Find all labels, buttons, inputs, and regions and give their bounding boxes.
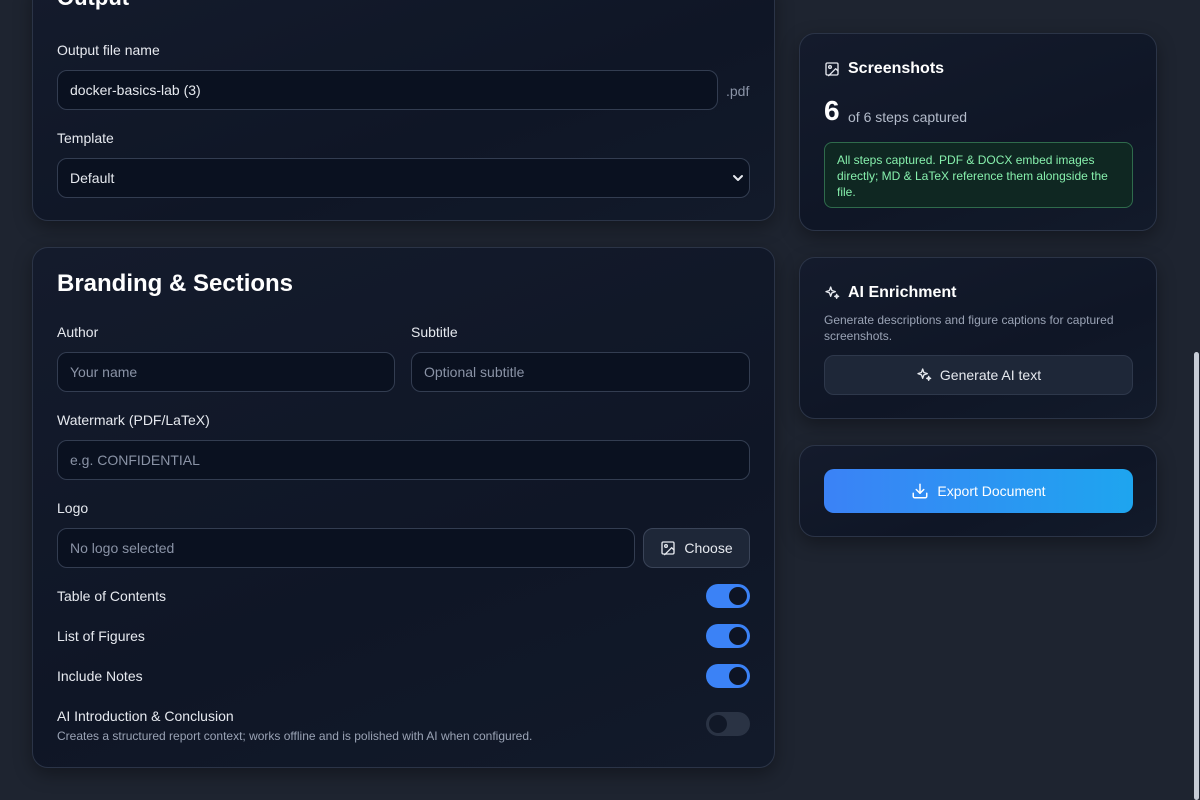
choose-label: Choose [684, 540, 733, 556]
generate-ai-button[interactable]: Generate AI text [824, 355, 1133, 395]
image-icon [661, 541, 676, 556]
subtitle-input[interactable] [411, 352, 750, 392]
export-card: Export Document [799, 445, 1157, 537]
toc-label: Table of Contents [57, 588, 166, 604]
ai-title: AI Enrichment [824, 284, 956, 302]
author-label: Author [57, 324, 99, 340]
export-document-button[interactable]: Export Document [824, 469, 1133, 513]
branding-title: Branding & Sections [57, 270, 294, 297]
screenshots-title-text: Screenshots [848, 60, 945, 77]
scrollbar-thumb[interactable] [1194, 352, 1199, 800]
sparkles-icon [825, 286, 840, 299]
scrollbar-track[interactable] [1192, 0, 1200, 800]
screenshots-notice: All steps captured. PDF & DOCX embed ima… [824, 142, 1133, 208]
ai-desc: Generate descriptions and figure caption… [824, 313, 1114, 343]
toggle-knob [729, 587, 747, 605]
filename-input[interactable] [57, 70, 718, 110]
screenshot-count: 6 [824, 95, 840, 126]
author-input[interactable] [57, 352, 395, 392]
sparkles-icon [917, 368, 932, 381]
ai-intro-toggle[interactable] [706, 712, 750, 736]
image-icon [825, 62, 839, 77]
screenshots-title: Screenshots [824, 60, 944, 78]
ai-intro-desc: Creates a structured report context; wor… [57, 729, 533, 743]
filename-ext: .pdf [726, 83, 750, 99]
watermark-input[interactable] [57, 440, 750, 480]
output-card: Output Output file name .pdf Template De… [32, 0, 775, 221]
logo-input [57, 528, 635, 568]
logo-label: Logo [57, 500, 89, 516]
toc-toggle[interactable] [706, 584, 750, 608]
choose-logo-button[interactable]: Choose [643, 528, 750, 568]
template-select-wrap[interactable]: Default [57, 158, 750, 198]
template-label: Template [57, 130, 114, 146]
subtitle-label: Subtitle [411, 324, 458, 340]
output-title: Output [57, 0, 129, 11]
toggle-knob [729, 627, 747, 645]
notes-toggle[interactable] [706, 664, 750, 688]
ai-title-text: AI Enrichment [848, 284, 957, 301]
branding-card: Branding & Sections Author Subtitle Wate… [32, 247, 775, 768]
toggle-knob [729, 667, 747, 685]
screenshots-card: Screenshots 6 of 6 steps captured All st… [799, 33, 1157, 231]
generate-ai-label: Generate AI text [939, 367, 1042, 383]
watermark-label: Watermark (PDF/LaTeX) [57, 412, 210, 428]
template-select[interactable]: Default [57, 158, 750, 198]
ai-intro-label: AI Introduction & Conclusion [57, 708, 234, 724]
lof-toggle[interactable] [706, 624, 750, 648]
screenshot-count-text: of 6 steps captured [848, 109, 968, 125]
filename-label: Output file name [57, 42, 160, 58]
lof-label: List of Figures [57, 628, 145, 644]
ai-enrichment-card: AI Enrichment Generate descriptions and … [799, 257, 1157, 419]
notes-label: Include Notes [57, 668, 143, 684]
export-label: Export Document [937, 483, 1046, 499]
download-icon [912, 483, 928, 499]
toggle-knob [709, 715, 727, 733]
chevron-down-icon [733, 175, 743, 181]
